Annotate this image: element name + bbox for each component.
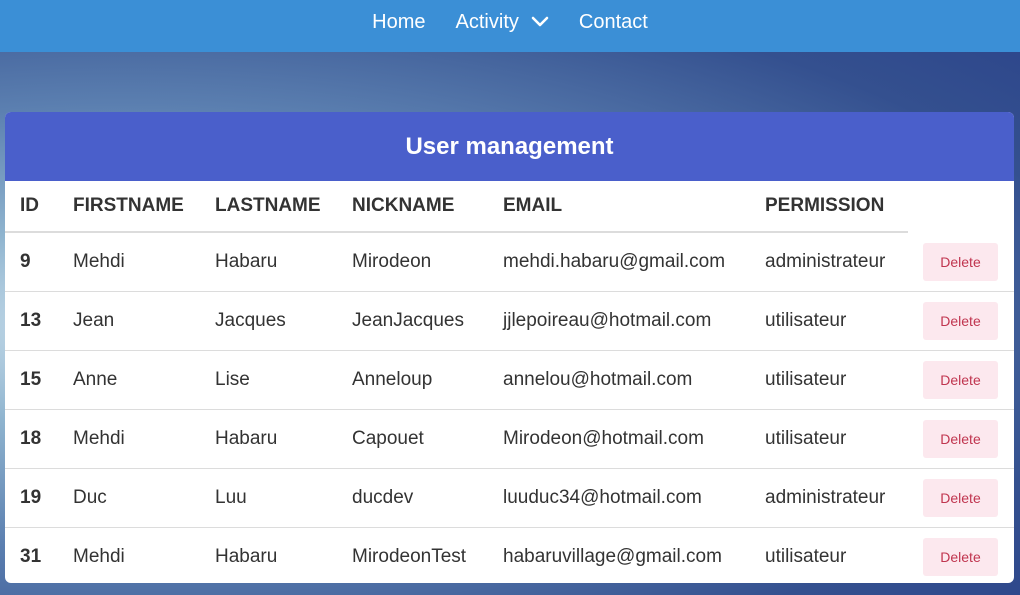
- cell-firstname: Anne: [58, 350, 200, 410]
- cell-action: Delete: [908, 468, 1014, 528]
- delete-button[interactable]: Delete: [923, 420, 998, 458]
- cell-id: 19: [5, 468, 58, 528]
- cell-email: habaruvillage@gmail.com: [488, 527, 750, 583]
- nav-home-link[interactable]: Home: [372, 11, 425, 42]
- nav-contact-label: Contact: [578, 10, 648, 33]
- column-header-id: ID: [5, 181, 58, 233]
- cell-firstname: Jean: [58, 291, 200, 351]
- column-header-firstname: FIRSTNAME: [58, 181, 200, 233]
- cell-permission: utilisateur: [750, 409, 908, 469]
- table-row: 31 Mehdi Habaru MirodeonTest habaruvilla…: [5, 527, 1014, 583]
- cell-nickname: Capouet: [337, 409, 488, 469]
- cell-email: jjlepoireau@hotmail.com: [488, 291, 750, 351]
- cell-firstname: Mehdi: [58, 409, 200, 469]
- column-header-actions: [908, 181, 1014, 232]
- cell-nickname: MirodeonTest: [337, 527, 488, 583]
- cell-lastname: Habaru: [200, 409, 337, 469]
- delete-button[interactable]: Delete: [923, 302, 998, 340]
- delete-button[interactable]: Delete: [923, 361, 998, 399]
- delete-button[interactable]: Delete: [923, 479, 998, 517]
- user-management-card: User management ID FIRSTNAME LASTNAME NI…: [5, 112, 1014, 583]
- cell-email: Mirodeon@hotmail.com: [488, 409, 750, 469]
- cell-nickname: ducdev: [337, 468, 488, 528]
- cell-lastname: Lise: [200, 350, 337, 410]
- column-header-email: EMAIL: [488, 181, 750, 233]
- nav-home-label: Home: [372, 10, 426, 33]
- table-row: 9 Mehdi Habaru Mirodeon mehdi.habaru@gma…: [5, 232, 1014, 292]
- users-table: ID FIRSTNAME LASTNAME NICKNAME EMAIL PER…: [5, 181, 1014, 583]
- cell-nickname: JeanJacques: [337, 291, 488, 351]
- cell-permission: utilisateur: [750, 527, 908, 583]
- cell-id: 9: [20, 251, 31, 272]
- cell-id: 15: [5, 350, 58, 410]
- card-title: User management: [405, 132, 614, 160]
- cell-id: 13: [5, 291, 58, 351]
- table-row: 15 Anne Lise Anneloup annelou@hotmail.co…: [5, 350, 1014, 410]
- nav-contact-link[interactable]: Contact: [579, 11, 648, 42]
- cell-action: Delete: [908, 527, 1014, 583]
- nav-activity-dropdown[interactable]: Activity: [456, 11, 549, 42]
- cell-action: Delete: [908, 409, 1014, 469]
- cell-permission: administrateur: [765, 251, 886, 272]
- column-header-lastname: LASTNAME: [200, 181, 337, 233]
- delete-button[interactable]: Delete: [923, 538, 998, 576]
- top-navbar: Home Activity Contact: [0, 0, 1020, 52]
- cell-lastname: Habaru: [215, 251, 278, 272]
- cell-lastname: Habaru: [200, 527, 337, 583]
- chevron-down-icon: [531, 11, 549, 34]
- column-header-permission: PERMISSION: [750, 181, 908, 233]
- column-header-nickname: NICKNAME: [337, 181, 488, 233]
- cell-firstname: Mehdi: [73, 251, 125, 272]
- cell-action: Delete: [908, 232, 1014, 292]
- cell-permission: administrateur: [750, 468, 908, 528]
- cell-lastname: Luu: [200, 468, 337, 528]
- cell-email: annelou@hotmail.com: [488, 350, 750, 410]
- cell-lastname: Jacques: [200, 291, 337, 351]
- cell-permission: utilisateur: [750, 291, 908, 351]
- cell-action: Delete: [908, 350, 1014, 410]
- table-row: 13 Jean Jacques JeanJacques jjlepoireau@…: [5, 291, 1014, 351]
- cell-nickname: Anneloup: [337, 350, 488, 410]
- nav-activity-label: Activity: [455, 10, 519, 33]
- cell-email: luuduc34@hotmail.com: [488, 468, 750, 528]
- cell-permission: utilisateur: [750, 350, 908, 410]
- table-row: 19 Duc Luu ducdev luuduc34@hotmail.com a…: [5, 468, 1014, 528]
- delete-button[interactable]: Delete: [923, 242, 998, 281]
- cell-action: Delete: [908, 291, 1014, 351]
- cell-firstname: Mehdi: [58, 527, 200, 583]
- cell-id: 31: [5, 527, 58, 583]
- cell-nickname: Mirodeon: [352, 251, 432, 272]
- cell-id: 18: [5, 409, 58, 469]
- card-header: User management: [5, 112, 1014, 181]
- cell-firstname: Duc: [58, 468, 200, 528]
- cell-email: mehdi.habaru@gmail.com: [503, 251, 726, 272]
- table-header-row: ID FIRSTNAME LASTNAME NICKNAME EMAIL PER…: [5, 181, 1014, 233]
- table-row: 18 Mehdi Habaru Capouet Mirodeon@hotmail…: [5, 409, 1014, 469]
